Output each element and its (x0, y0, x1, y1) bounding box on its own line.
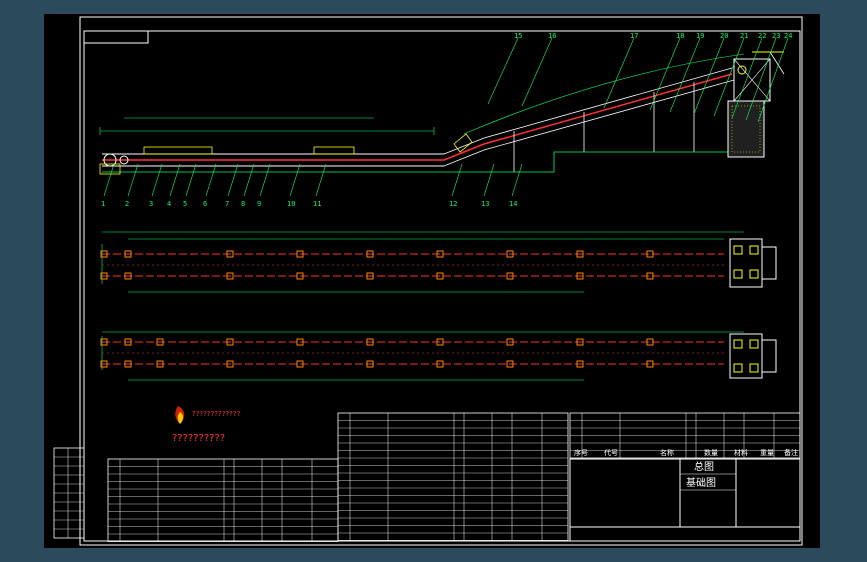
callout-label: 18 (676, 32, 684, 40)
callout-label: 6 (203, 200, 207, 208)
plan-view-2 (100, 331, 777, 381)
callout-label: 19 (696, 32, 704, 40)
table-header: 序号 (574, 448, 588, 457)
elevation-view (99, 51, 785, 175)
callout-label: 4 (167, 200, 171, 208)
drawing-type: 总图 (694, 460, 714, 473)
company-logo (175, 406, 185, 424)
table-header: 备注 (784, 448, 798, 457)
callout-label: 3 (149, 200, 153, 208)
callout-label: 11 (313, 200, 321, 208)
callout-label: 13 (481, 200, 489, 208)
callout-label: 2 (125, 200, 129, 208)
plan-view-1 (100, 231, 777, 293)
callout-label: 8 (241, 200, 245, 208)
callout-label: 1 (101, 200, 105, 208)
table-header: 名称 (660, 448, 674, 457)
corner-tag (83, 30, 149, 44)
inner-frame (83, 30, 801, 542)
cad-drawing: 1 2 3 4 5 6 7 8 9 10 11 12 13 14 15 16 17 18 19 20 21 22 23 24 (53, 16, 803, 546)
logo-caption: ?????????? (172, 433, 225, 444)
drawing-name: 基础图 (686, 476, 716, 489)
callout-label: 23 (772, 32, 780, 40)
callout-label: 20 (720, 32, 728, 40)
callout-label: 12 (449, 200, 457, 208)
callout-label: 7 (225, 200, 229, 208)
callout-label: 15 (514, 32, 522, 40)
callout-label: 10 (287, 200, 295, 208)
callouts-bottom: 1 2 3 4 5 6 7 8 9 10 11 12 13 14 (101, 163, 523, 208)
table-header: 材料 (734, 448, 748, 457)
parts-table-left (107, 458, 339, 542)
callout-label: 24 (784, 32, 792, 40)
table-header: 数量 (704, 448, 718, 457)
cad-viewport[interactable]: 1 2 3 4 5 6 7 8 9 10 11 12 13 14 15 16 17 18 19 20 21 22 23 24 (0, 0, 867, 562)
callout-label: 5 (183, 200, 187, 208)
logo-subtitle: ????????????? (192, 410, 241, 418)
table-header: 重量 (760, 449, 774, 457)
callout-label: 22 (758, 32, 766, 40)
parts-table-mid (337, 412, 569, 541)
callout-label: 14 (509, 200, 517, 208)
callout-label: 9 (257, 200, 261, 208)
drawing-sheet: 1 2 3 4 5 6 7 8 9 10 11 12 13 14 15 16 17 18 19 20 21 22 23 24 (44, 14, 820, 548)
callout-label: 21 (740, 32, 748, 40)
callout-label: 17 (630, 32, 638, 40)
table-header: 代号 (604, 448, 618, 457)
title-block: 总图 基础图 (569, 458, 801, 542)
callout-label: 16 (548, 32, 556, 40)
